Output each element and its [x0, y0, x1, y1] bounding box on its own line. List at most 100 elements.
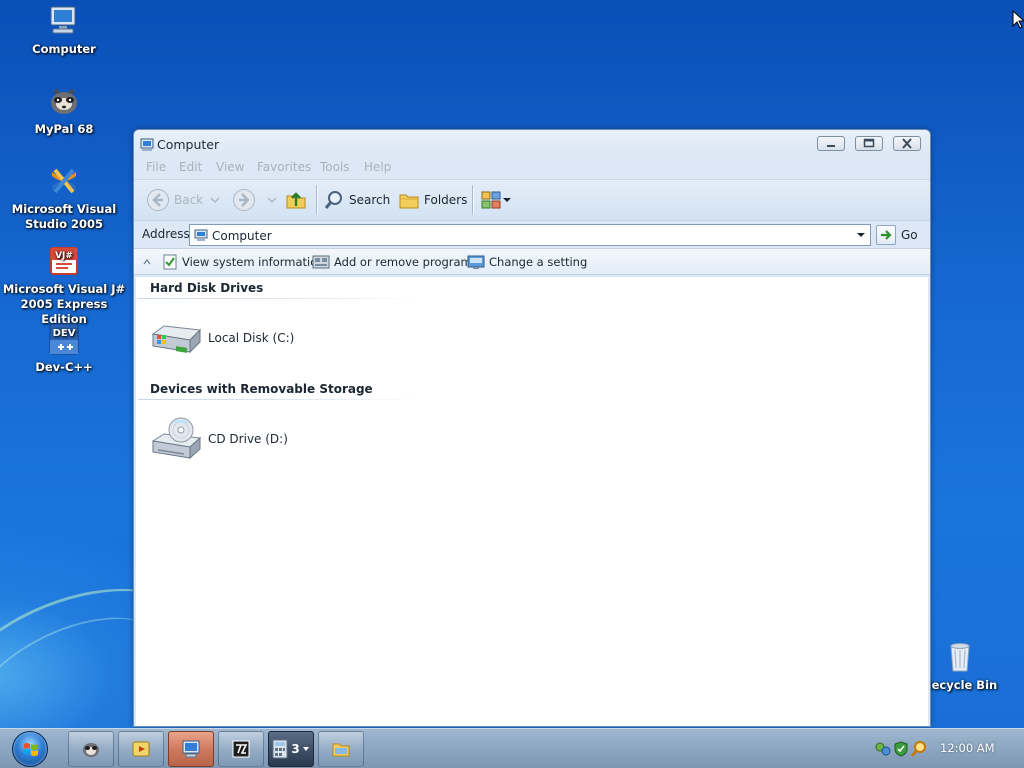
taskbar-app-computer[interactable] — [168, 731, 214, 767]
task-label: Add or remove programs — [334, 255, 478, 269]
title-bar[interactable]: Computer — [134, 130, 930, 157]
desktop-icon-visual-jsharp[interactable]: VJ# Microsoft Visual J# 2005 Express Edi… — [0, 244, 128, 327]
computer-icon — [47, 4, 81, 38]
recycle-bin-icon — [943, 640, 977, 674]
taskbar-app-7zip[interactable] — [218, 731, 264, 767]
chevron-down-icon — [503, 198, 511, 202]
forward-history-dropdown[interactable] — [267, 180, 277, 220]
mypal-icon — [47, 84, 81, 118]
desktop-icon-label: Dev-C++ — [35, 360, 93, 374]
search-button[interactable]: Search — [323, 180, 390, 220]
folders-button[interactable]: Folders — [398, 180, 467, 220]
taskbar-app-media[interactable] — [118, 731, 164, 767]
drive-label: CD Drive (D:) — [208, 432, 288, 446]
window-count-badge: 3 — [291, 742, 300, 756]
search-indexer-icon[interactable] — [910, 740, 928, 758]
system-tray — [874, 739, 928, 759]
desktop-icon-label: Microsoft Visual J# 2005 Express Edition — [2, 282, 126, 326]
back-arrow-icon — [147, 189, 169, 211]
address-field[interactable]: Computer — [189, 224, 871, 246]
file-list-pane: Hard Disk Drives Local Disk (C:) Devices… — [136, 277, 928, 726]
forward-button[interactable] — [232, 180, 256, 220]
chevron-up-icon — [143, 259, 151, 265]
drive-item-local-disk[interactable]: Local Disk (C:) — [150, 318, 294, 358]
task-change-a-setting[interactable]: Change a setting — [467, 249, 587, 275]
chevron-down-icon — [267, 197, 277, 204]
back-label: Back — [174, 193, 204, 207]
checklist-icon — [163, 254, 177, 270]
chevron-down-icon — [302, 747, 309, 751]
task-add-remove-programs[interactable]: Add or remove programs — [312, 249, 478, 275]
menu-help[interactable]: Help — [364, 160, 391, 174]
desktop-icon-label: Microsoft Visual Studio 2005 — [11, 202, 117, 231]
network-icon[interactable] — [874, 740, 892, 758]
calculator-icon — [272, 739, 288, 759]
task-label: Change a setting — [489, 255, 588, 269]
minimize-button[interactable] — [817, 136, 845, 151]
chevron-down-icon — [210, 197, 220, 204]
folders-label: Folders — [424, 193, 468, 207]
menu-view[interactable]: View — [216, 160, 244, 174]
desktop-icon-mypal[interactable]: MyPal 68 — [0, 84, 128, 137]
drive-label: Local Disk (C:) — [208, 331, 295, 345]
dev-cpp-icon: DEV — [47, 322, 81, 356]
programs-icon — [312, 255, 330, 269]
taskbar-app-mypal[interactable] — [68, 731, 114, 767]
hard-disk-icon — [151, 325, 202, 354]
menu-tools[interactable]: Tools — [320, 160, 350, 174]
menu-favorites[interactable]: Favorites — [257, 160, 311, 174]
visual-jsharp-icon: VJ# — [47, 244, 81, 278]
menu-file[interactable]: File — [146, 160, 166, 174]
computer-icon — [140, 138, 154, 151]
views-button[interactable] — [480, 180, 512, 220]
desktop-icon-visual-studio[interactable]: Microsoft Visual Studio 2005 — [0, 164, 128, 232]
collapse-tasks-button[interactable] — [142, 249, 152, 275]
drive-item-cd-drive[interactable]: CD Drive (D:) — [150, 417, 288, 460]
cd-drive-icon — [151, 417, 202, 460]
computer-icon — [194, 229, 208, 241]
task-bar: View system information Add or remove pr… — [134, 248, 930, 275]
address-value: Computer — [212, 229, 272, 243]
group-heading-hard-disk-drives: Hard Disk Drives — [150, 281, 264, 295]
media-player-icon — [132, 741, 150, 757]
up-folder-button[interactable] — [284, 180, 308, 220]
address-label: Address — [142, 227, 190, 241]
desktop-icon-label: Computer — [32, 42, 96, 56]
vj-badge-text: VJ# — [55, 251, 73, 261]
go-label: Go — [901, 228, 918, 242]
start-button[interactable] — [12, 731, 48, 767]
menu-edit[interactable]: Edit — [179, 160, 202, 174]
search-label: Search — [349, 193, 391, 207]
toolbar-separator — [316, 185, 317, 215]
mypal-icon — [83, 743, 99, 757]
address-bar: Address Computer Go — [134, 221, 930, 248]
7zip-icon — [232, 740, 250, 758]
mouse-pointer-icon — [1012, 10, 1024, 29]
maximize-icon — [863, 138, 875, 148]
windows-logo-icon — [24, 743, 38, 756]
taskbar: 3 12:00 AM — [0, 728, 1024, 768]
computer-icon — [182, 740, 200, 758]
task-view-system-information[interactable]: View system information — [162, 249, 325, 275]
group-divider — [138, 298, 418, 299]
go-button[interactable]: Go — [876, 224, 918, 246]
desktop-icon-computer[interactable]: Computer — [0, 4, 128, 57]
address-dropdown-button[interactable] — [852, 225, 870, 245]
desktop-icon-dev-cpp[interactable]: DEV Dev-C++ — [0, 322, 128, 375]
dev-badge-text: DEV — [53, 328, 76, 339]
back-history-dropdown[interactable] — [210, 180, 220, 220]
security-icon[interactable] — [892, 740, 910, 758]
close-button[interactable] — [893, 136, 921, 151]
maximize-button[interactable] — [855, 136, 883, 151]
group-heading-removable-storage: Devices with Removable Storage — [150, 382, 373, 396]
toolbar: Back Search Folders — [134, 179, 930, 221]
visual-studio-icon — [47, 164, 81, 198]
taskbar-app-calculator-group[interactable]: 3 — [268, 731, 314, 767]
taskbar-app-explorer[interactable] — [318, 731, 364, 767]
back-button[interactable]: Back — [146, 180, 203, 220]
clock[interactable]: 12:00 AM — [940, 741, 995, 755]
control-panel-icon — [467, 255, 485, 269]
window-title: Computer — [157, 137, 220, 152]
close-icon — [902, 138, 912, 149]
task-label: View system information — [182, 255, 325, 269]
